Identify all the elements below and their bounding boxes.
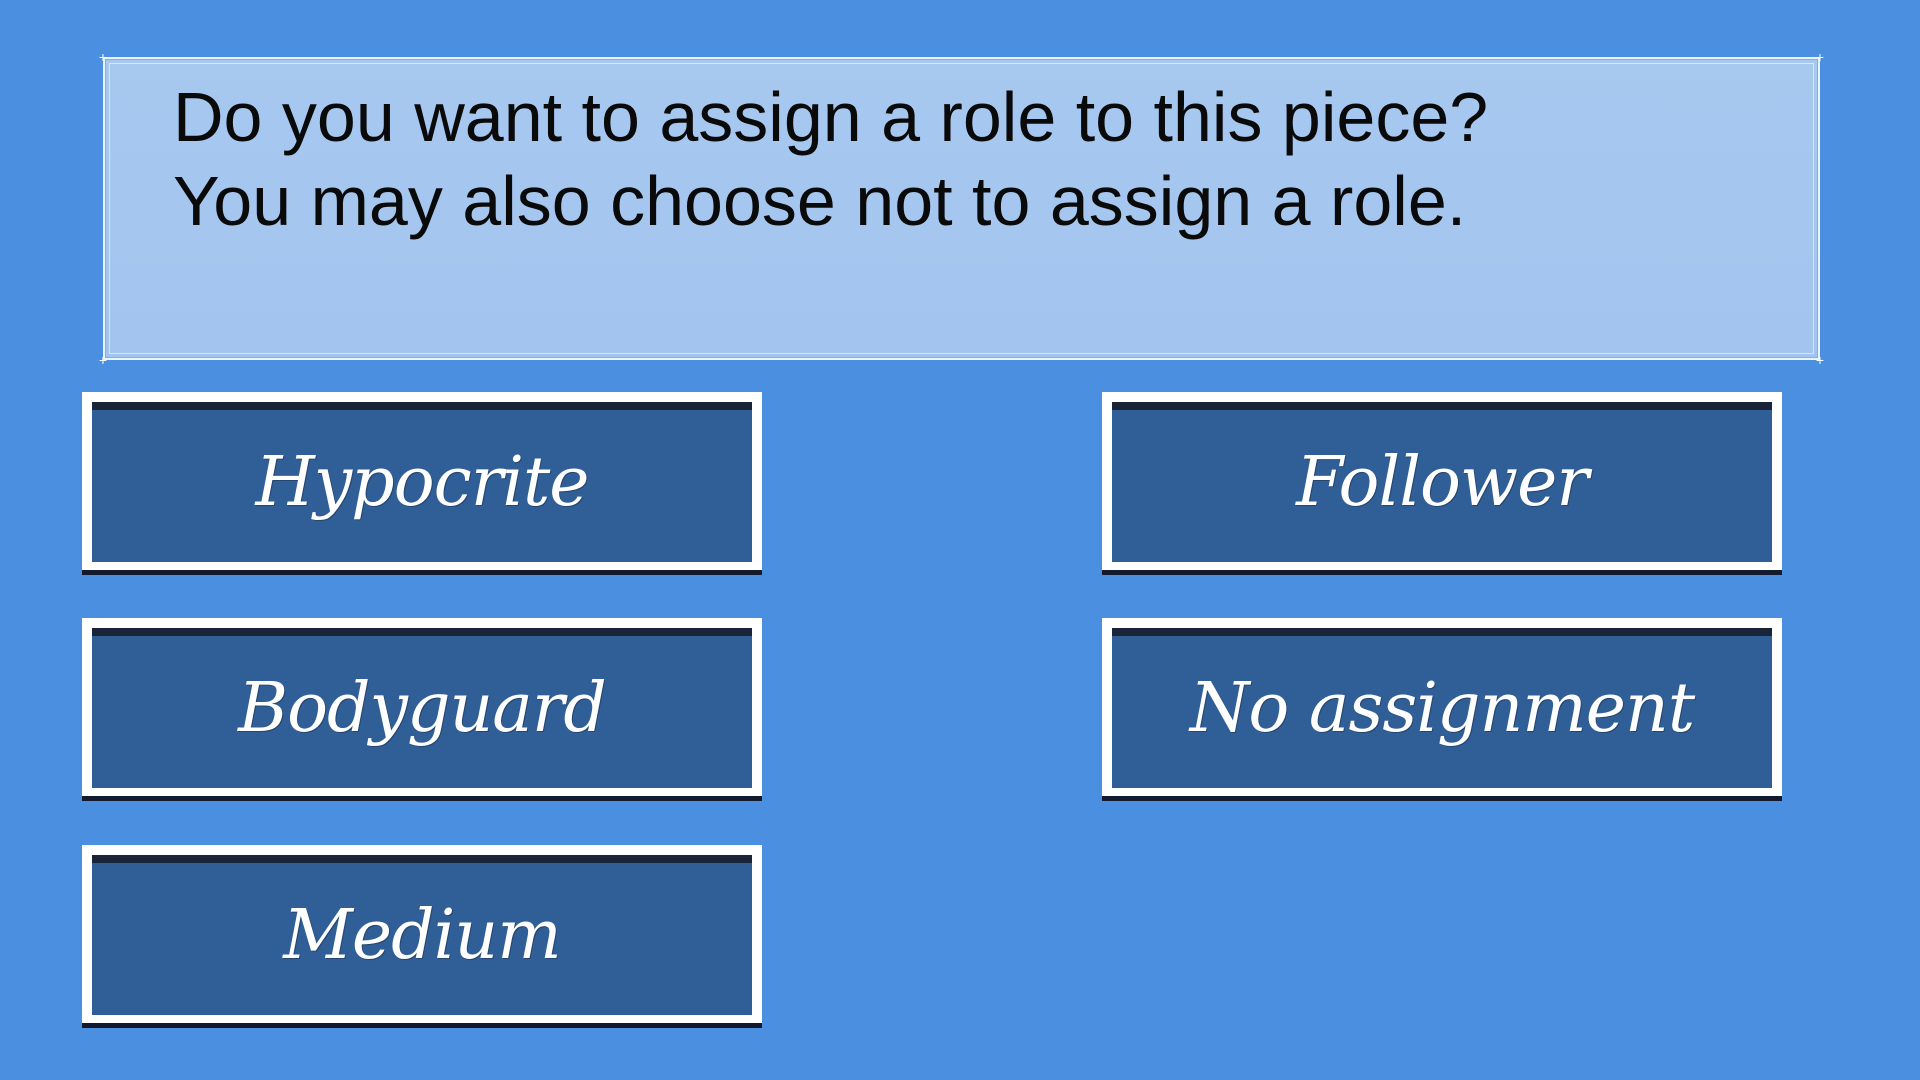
prompt-text: Do you want to assign a role to this pie…	[173, 75, 1488, 243]
corner-ornament-icon: +	[98, 49, 108, 65]
role-button-medium[interactable]: Medium	[82, 845, 762, 1023]
corner-ornament-icon: +	[1815, 49, 1825, 65]
role-button-hypocrite[interactable]: Hypocrite	[82, 392, 762, 570]
role-button-follower[interactable]: Follower	[1102, 392, 1782, 570]
prompt-line-2: You may also choose not to assign a role…	[173, 162, 1467, 240]
role-button-label: Medium	[283, 895, 561, 975]
role-button-no-assignment[interactable]: No assignment	[1102, 618, 1782, 796]
role-prompt-dialog: + + + + Do you want to assign a role to …	[99, 50, 1824, 367]
role-button-label: No assignment	[1189, 668, 1695, 748]
corner-ornament-icon: +	[98, 352, 108, 368]
corner-ornament-icon: +	[1815, 352, 1825, 368]
role-button-bodyguard[interactable]: Bodyguard	[82, 618, 762, 796]
prompt-line-1: Do you want to assign a role to this pie…	[173, 78, 1489, 156]
role-button-label: Bodyguard	[238, 668, 607, 748]
role-button-label: Follower	[1296, 442, 1589, 522]
role-button-label: Hypocrite	[255, 442, 589, 522]
